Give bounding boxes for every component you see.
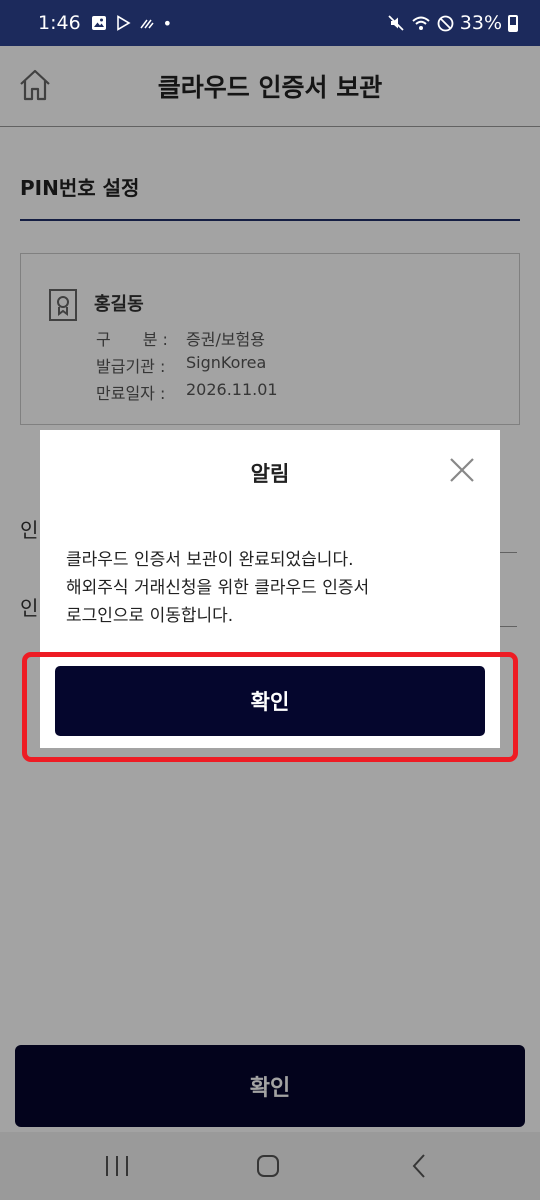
dialog-title: 알림 — [250, 462, 290, 486]
status-bar: 1:46 • 33% — [0, 0, 540, 46]
dialog-message-line: 해외주식 거래신청을 위한 클라우드 인증서 — [66, 578, 370, 598]
dialog-message: 클라우드 인증서 보관이 완료되었습니다. 해외주식 거래신청을 위한 클라우드… — [66, 546, 476, 630]
battery-icon — [508, 14, 518, 32]
close-icon[interactable] — [448, 456, 476, 484]
signal-activity-icon — [140, 19, 154, 29]
highlight-box — [22, 652, 518, 762]
battery-percent: 33% — [459, 12, 502, 34]
dialog-message-line: 클라우드 인증서 보관이 완료되었습니다. — [66, 550, 354, 570]
play-store-icon — [116, 15, 131, 31]
mute-icon — [388, 15, 404, 31]
wifi-icon — [412, 16, 430, 30]
dialog-message-line: 로그인으로 이동합니다. — [66, 606, 234, 626]
gallery-icon — [91, 16, 106, 30]
do-not-disturb-icon — [437, 15, 454, 31]
status-time: 1:46 — [38, 12, 81, 34]
notification-dot: • — [162, 13, 173, 33]
